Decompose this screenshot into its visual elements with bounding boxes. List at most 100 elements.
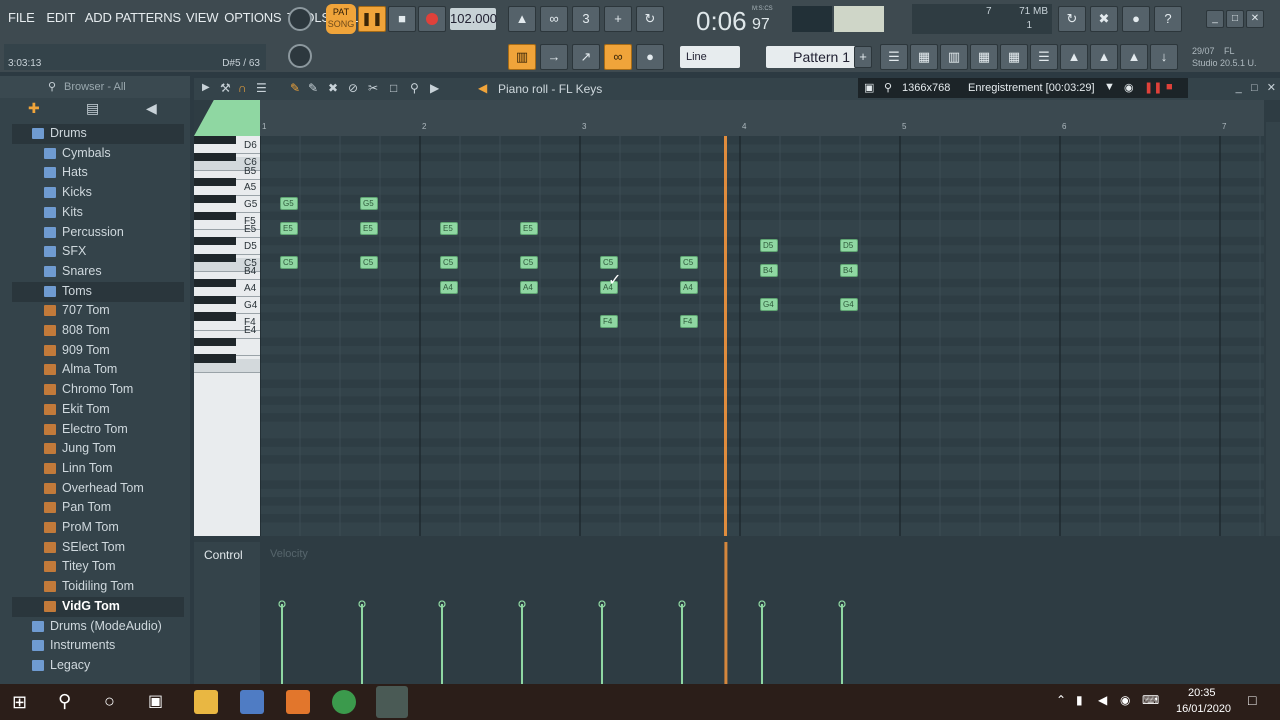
note[interactable]: E5 bbox=[280, 222, 298, 236]
note[interactable]: A4 bbox=[680, 281, 698, 295]
plugin-picker-button[interactable]: ▦ bbox=[1000, 44, 1028, 70]
help-button[interactable]: ? bbox=[1154, 6, 1182, 32]
keyboard-icon[interactable]: ⌨ bbox=[1142, 693, 1159, 707]
pat-song-toggle[interactable]: PAT SONG bbox=[326, 4, 356, 34]
volume-icon[interactable]: ◀ bbox=[1098, 693, 1107, 707]
browser-item[interactable]: Cymbals bbox=[12, 144, 184, 164]
pattern-selector[interactable]: Pattern 1 bbox=[766, 46, 856, 68]
browser-item[interactable]: 808 Tom bbox=[12, 321, 184, 341]
browser-item[interactable]: Snares bbox=[12, 262, 184, 282]
step-edit-button[interactable]: + bbox=[604, 6, 632, 32]
playlist-button[interactable]: ☰ bbox=[880, 44, 908, 70]
browser-item[interactable]: Electro Tom bbox=[12, 420, 184, 440]
black-key[interactable] bbox=[194, 337, 236, 346]
windows-start-icon[interactable]: ⊞ bbox=[12, 692, 27, 713]
browser-item[interactable]: Toidiling Tom bbox=[12, 577, 184, 597]
snap-selector[interactable]: Line bbox=[680, 46, 740, 68]
piano-keyboard[interactable]: D6 C6 B5 A5 G5 F5 E5 D5 C5 B4 A4 G4 F4 E4 bbox=[194, 136, 260, 536]
time-ruler[interactable]: 1 2 3 4 5 6 7 bbox=[260, 122, 1264, 136]
loop-record-button[interactable]: ↻ bbox=[636, 6, 664, 32]
note[interactable]: F4 bbox=[680, 314, 698, 328]
browser-item[interactable]: 909 Tom bbox=[12, 341, 184, 361]
wrench-icon[interactable]: ⚒ bbox=[220, 81, 231, 95]
browser-item[interactable]: ProM Tom bbox=[12, 518, 184, 538]
browser-item[interactable]: Kits bbox=[12, 203, 184, 223]
browser-item[interactable]: Kicks bbox=[12, 183, 184, 203]
browser-item[interactable]: Jung Tom bbox=[12, 439, 184, 459]
mic-button[interactable]: ● bbox=[1122, 6, 1150, 32]
master-volume-knob[interactable] bbox=[288, 7, 312, 31]
slice-icon[interactable]: ✂ bbox=[368, 81, 378, 95]
paint-icon[interactable]: ✎ bbox=[308, 81, 318, 95]
note[interactable]: B4 bbox=[760, 264, 778, 278]
black-key[interactable] bbox=[194, 354, 236, 363]
menu-add[interactable]: ADD bbox=[85, 10, 112, 25]
wait-input-button[interactable]: ∞ bbox=[540, 6, 568, 32]
close-pr-icon[interactable]: ✕ bbox=[1267, 82, 1276, 94]
black-key[interactable] bbox=[194, 211, 236, 220]
file-icon[interactable]: ▤ bbox=[86, 100, 99, 117]
add-pattern-button[interactable]: + bbox=[854, 46, 872, 68]
piano-roll-button[interactable]: ▥ bbox=[940, 44, 968, 70]
velocity-lane[interactable] bbox=[260, 542, 1264, 684]
select-icon[interactable]: □ bbox=[390, 81, 397, 95]
pencil-tool-button[interactable]: ↗ bbox=[572, 44, 600, 70]
arrow-tool-button[interactable]: → bbox=[540, 44, 568, 70]
browser-item[interactable]: Titey Tom bbox=[12, 557, 184, 577]
browser-button[interactable]: ☰ bbox=[1030, 44, 1058, 70]
browser-item[interactable]: VidG Tom bbox=[12, 596, 184, 617]
camera-icon[interactable]: ◉ bbox=[1124, 81, 1134, 94]
note[interactable]: G5 bbox=[360, 197, 378, 211]
piano-roll-toggle[interactable]: ▥ bbox=[508, 44, 536, 70]
network-icon[interactable]: ◉ bbox=[1120, 693, 1130, 707]
note[interactable]: C5 bbox=[280, 256, 298, 269]
touch-keyboard-button[interactable]: ▲ bbox=[1120, 44, 1148, 70]
pencil-icon[interactable]: ✎ bbox=[290, 81, 300, 95]
browser-item[interactable]: Pan Tom bbox=[12, 498, 184, 518]
dropdown-icon[interactable]: ▼ bbox=[1104, 81, 1115, 93]
file-explorer-icon[interactable] bbox=[194, 690, 218, 714]
note[interactable]: D5 bbox=[760, 239, 778, 253]
play-arrow-icon[interactable]: ▶ bbox=[202, 82, 210, 93]
app-icon-blue[interactable] bbox=[240, 690, 264, 714]
black-key[interactable] bbox=[194, 194, 236, 204]
task-view-icon[interactable]: ▣ bbox=[148, 691, 163, 711]
browser-item[interactable]: Drums (ModeAudio) bbox=[12, 617, 184, 637]
close-button[interactable]: ✕ bbox=[1246, 10, 1264, 28]
metronome-button[interactable]: ▲ bbox=[508, 6, 536, 32]
note[interactable]: C5 bbox=[360, 256, 378, 269]
notification-icon[interactable]: □ bbox=[1248, 692, 1256, 708]
stop-rec-icon[interactable]: ■ bbox=[1166, 81, 1173, 93]
pause-rec-icon[interactable]: ❚❚ bbox=[1144, 81, 1162, 94]
note[interactable]: C5 bbox=[440, 256, 458, 269]
channel-selector-tab[interactable] bbox=[194, 100, 260, 136]
note[interactable]: C5 bbox=[680, 256, 698, 269]
black-key[interactable] bbox=[194, 136, 236, 145]
countdown-button[interactable]: 3 bbox=[572, 6, 600, 32]
playback-icon[interactable]: ▶ bbox=[430, 81, 439, 95]
zoom-icon[interactable]: ⚲ bbox=[410, 81, 419, 95]
menu-patterns[interactable]: PATTERNS bbox=[115, 10, 181, 25]
browser-item[interactable]: Toms bbox=[12, 281, 184, 302]
black-key[interactable] bbox=[194, 236, 236, 246]
app-icon-orange[interactable] bbox=[286, 690, 310, 714]
browser-item[interactable]: Chromo Tom bbox=[12, 380, 184, 400]
note[interactable]: G4 bbox=[760, 298, 778, 311]
black-key[interactable] bbox=[194, 178, 236, 187]
browser-item[interactable]: Ekit Tom bbox=[12, 400, 184, 420]
note[interactable]: A4 bbox=[440, 281, 458, 295]
note[interactable]: E5 bbox=[520, 222, 538, 236]
play-button[interactable]: ❚❚ bbox=[358, 6, 386, 32]
black-key[interactable] bbox=[194, 152, 236, 162]
fl-studio-icon[interactable] bbox=[376, 686, 408, 718]
browser-item[interactable]: Instruments bbox=[12, 636, 184, 656]
note[interactable]: F4 bbox=[600, 314, 618, 328]
note[interactable]: G4 bbox=[840, 298, 858, 311]
browser-item[interactable]: SFX bbox=[12, 242, 184, 262]
menu-options[interactable]: OPTIONS bbox=[224, 10, 281, 25]
browser-item[interactable]: SElect Tom bbox=[12, 538, 184, 558]
browser-item[interactable]: Legacy bbox=[12, 656, 184, 676]
menu-edit[interactable]: EDIT bbox=[46, 10, 75, 25]
minimize-pr-icon[interactable]: _ bbox=[1236, 82, 1242, 94]
mute-tool-icon[interactable]: ⊘ bbox=[348, 81, 358, 95]
